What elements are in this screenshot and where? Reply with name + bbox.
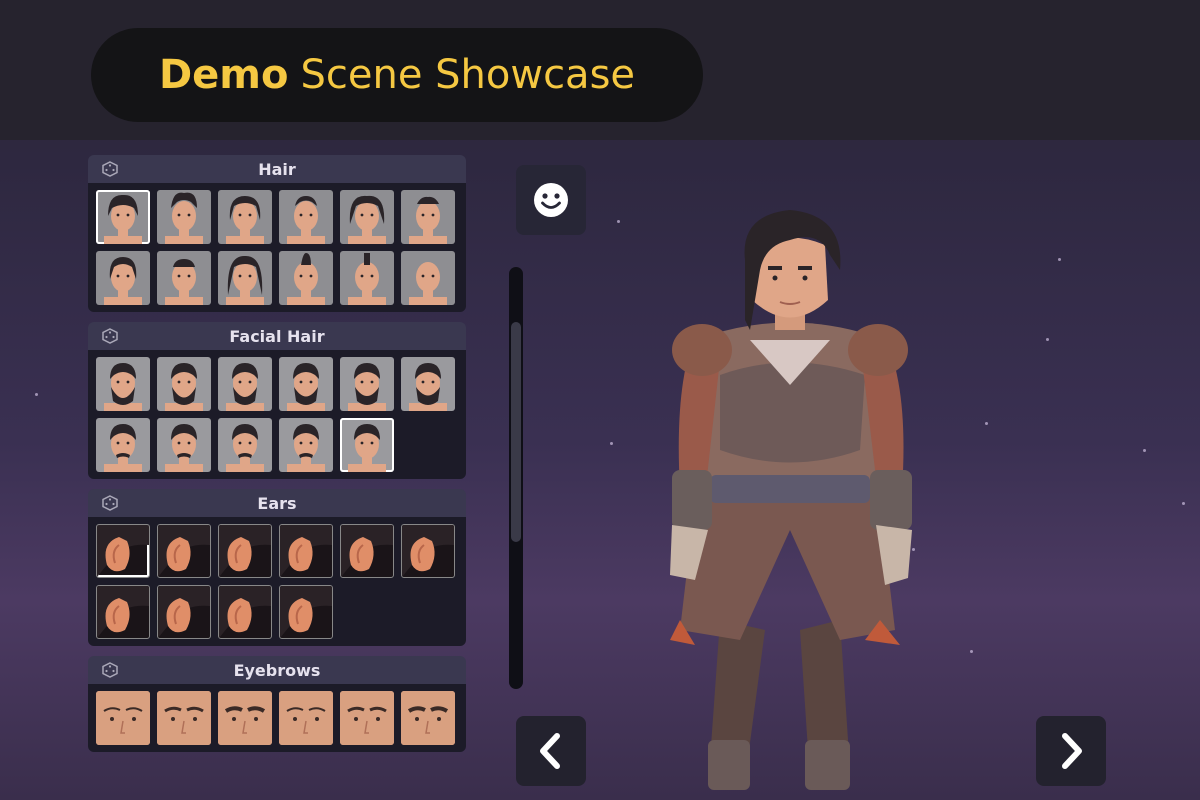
- facial-option[interactable]: [218, 357, 272, 411]
- facial-option[interactable]: [340, 418, 394, 472]
- option-grid: [88, 517, 466, 646]
- brow-option[interactable]: [401, 691, 455, 745]
- section-title: Ears: [257, 493, 297, 513]
- page-title: Demo Scene Showcase: [91, 28, 703, 122]
- option-grid: [88, 183, 466, 312]
- background-star: [1143, 449, 1146, 452]
- option-grid: [88, 684, 466, 752]
- title-rest: Scene Showcase: [300, 52, 636, 98]
- brow-option[interactable]: [218, 691, 272, 745]
- hair-option[interactable]: [157, 190, 211, 244]
- facial-option[interactable]: [401, 357, 455, 411]
- hair-option[interactable]: [279, 190, 333, 244]
- facial-option[interactable]: [340, 357, 394, 411]
- dice-icon[interactable]: [102, 662, 118, 678]
- hair-option[interactable]: [401, 190, 455, 244]
- hair-option[interactable]: [96, 190, 150, 244]
- chevron-right-icon: [1062, 733, 1082, 769]
- hair-option[interactable]: [96, 251, 150, 305]
- dice-icon[interactable]: [102, 495, 118, 511]
- character-model[interactable]: [650, 200, 930, 800]
- background-star: [610, 442, 613, 445]
- option-grid: [88, 350, 466, 479]
- facial-option[interactable]: [218, 418, 272, 472]
- section-facial-hair: Facial Hair: [88, 322, 466, 479]
- ear-option[interactable]: [401, 524, 455, 578]
- ear-option[interactable]: [96, 524, 150, 578]
- chevron-left-icon: [540, 733, 560, 769]
- ear-option[interactable]: [218, 585, 272, 639]
- section-header: Ears: [88, 489, 466, 517]
- ear-option[interactable]: [96, 585, 150, 639]
- facial-option[interactable]: [157, 418, 211, 472]
- hair-option[interactable]: [340, 251, 394, 305]
- hair-option[interactable]: [340, 190, 394, 244]
- ear-option[interactable]: [279, 524, 333, 578]
- section-eyebrows: Eyebrows: [88, 656, 466, 752]
- top-bar: Demo Scene Showcase: [0, 0, 1200, 140]
- ear-option[interactable]: [157, 524, 211, 578]
- hair-option[interactable]: [218, 251, 272, 305]
- facial-option[interactable]: [279, 418, 333, 472]
- section-header: Hair: [88, 155, 466, 183]
- facial-option[interactable]: [157, 357, 211, 411]
- hair-option[interactable]: [157, 251, 211, 305]
- background-star: [1046, 338, 1049, 341]
- next-button[interactable]: [1036, 716, 1106, 786]
- ear-option[interactable]: [279, 585, 333, 639]
- facial-option[interactable]: [279, 357, 333, 411]
- section-header: Facial Hair: [88, 322, 466, 350]
- section-title: Eyebrows: [233, 660, 321, 680]
- section-title: Hair: [258, 159, 296, 179]
- ear-option[interactable]: [340, 524, 394, 578]
- background-star: [35, 393, 38, 396]
- brow-option[interactable]: [340, 691, 394, 745]
- section-title: Facial Hair: [229, 326, 325, 346]
- facial-option[interactable]: [96, 418, 150, 472]
- panel-scrollbar[interactable]: [509, 267, 523, 689]
- background-star: [617, 220, 620, 223]
- background-star: [985, 422, 988, 425]
- background-star: [1058, 258, 1061, 261]
- dice-icon[interactable]: [102, 328, 118, 344]
- brow-option[interactable]: [157, 691, 211, 745]
- brow-option[interactable]: [96, 691, 150, 745]
- customization-panel[interactable]: Hair Facial Hair Ears Eyebrows: [88, 155, 468, 800]
- background-star: [1182, 502, 1185, 505]
- brow-option[interactable]: [279, 691, 333, 745]
- hair-option[interactable]: [401, 251, 455, 305]
- smiley-icon: [534, 183, 568, 217]
- section-ears: Ears: [88, 489, 466, 646]
- face-view-button[interactable]: [516, 165, 586, 235]
- facial-option[interactable]: [96, 357, 150, 411]
- ear-option[interactable]: [218, 524, 272, 578]
- section-header: Eyebrows: [88, 656, 466, 684]
- dice-icon[interactable]: [102, 161, 118, 177]
- hair-option[interactable]: [218, 190, 272, 244]
- scrollbar-thumb[interactable]: [511, 322, 521, 542]
- ear-option[interactable]: [157, 585, 211, 639]
- hair-option[interactable]: [279, 251, 333, 305]
- section-hair: Hair: [88, 155, 466, 312]
- previous-button[interactable]: [516, 716, 586, 786]
- title-bold: Demo: [158, 52, 289, 98]
- background-star: [970, 650, 973, 653]
